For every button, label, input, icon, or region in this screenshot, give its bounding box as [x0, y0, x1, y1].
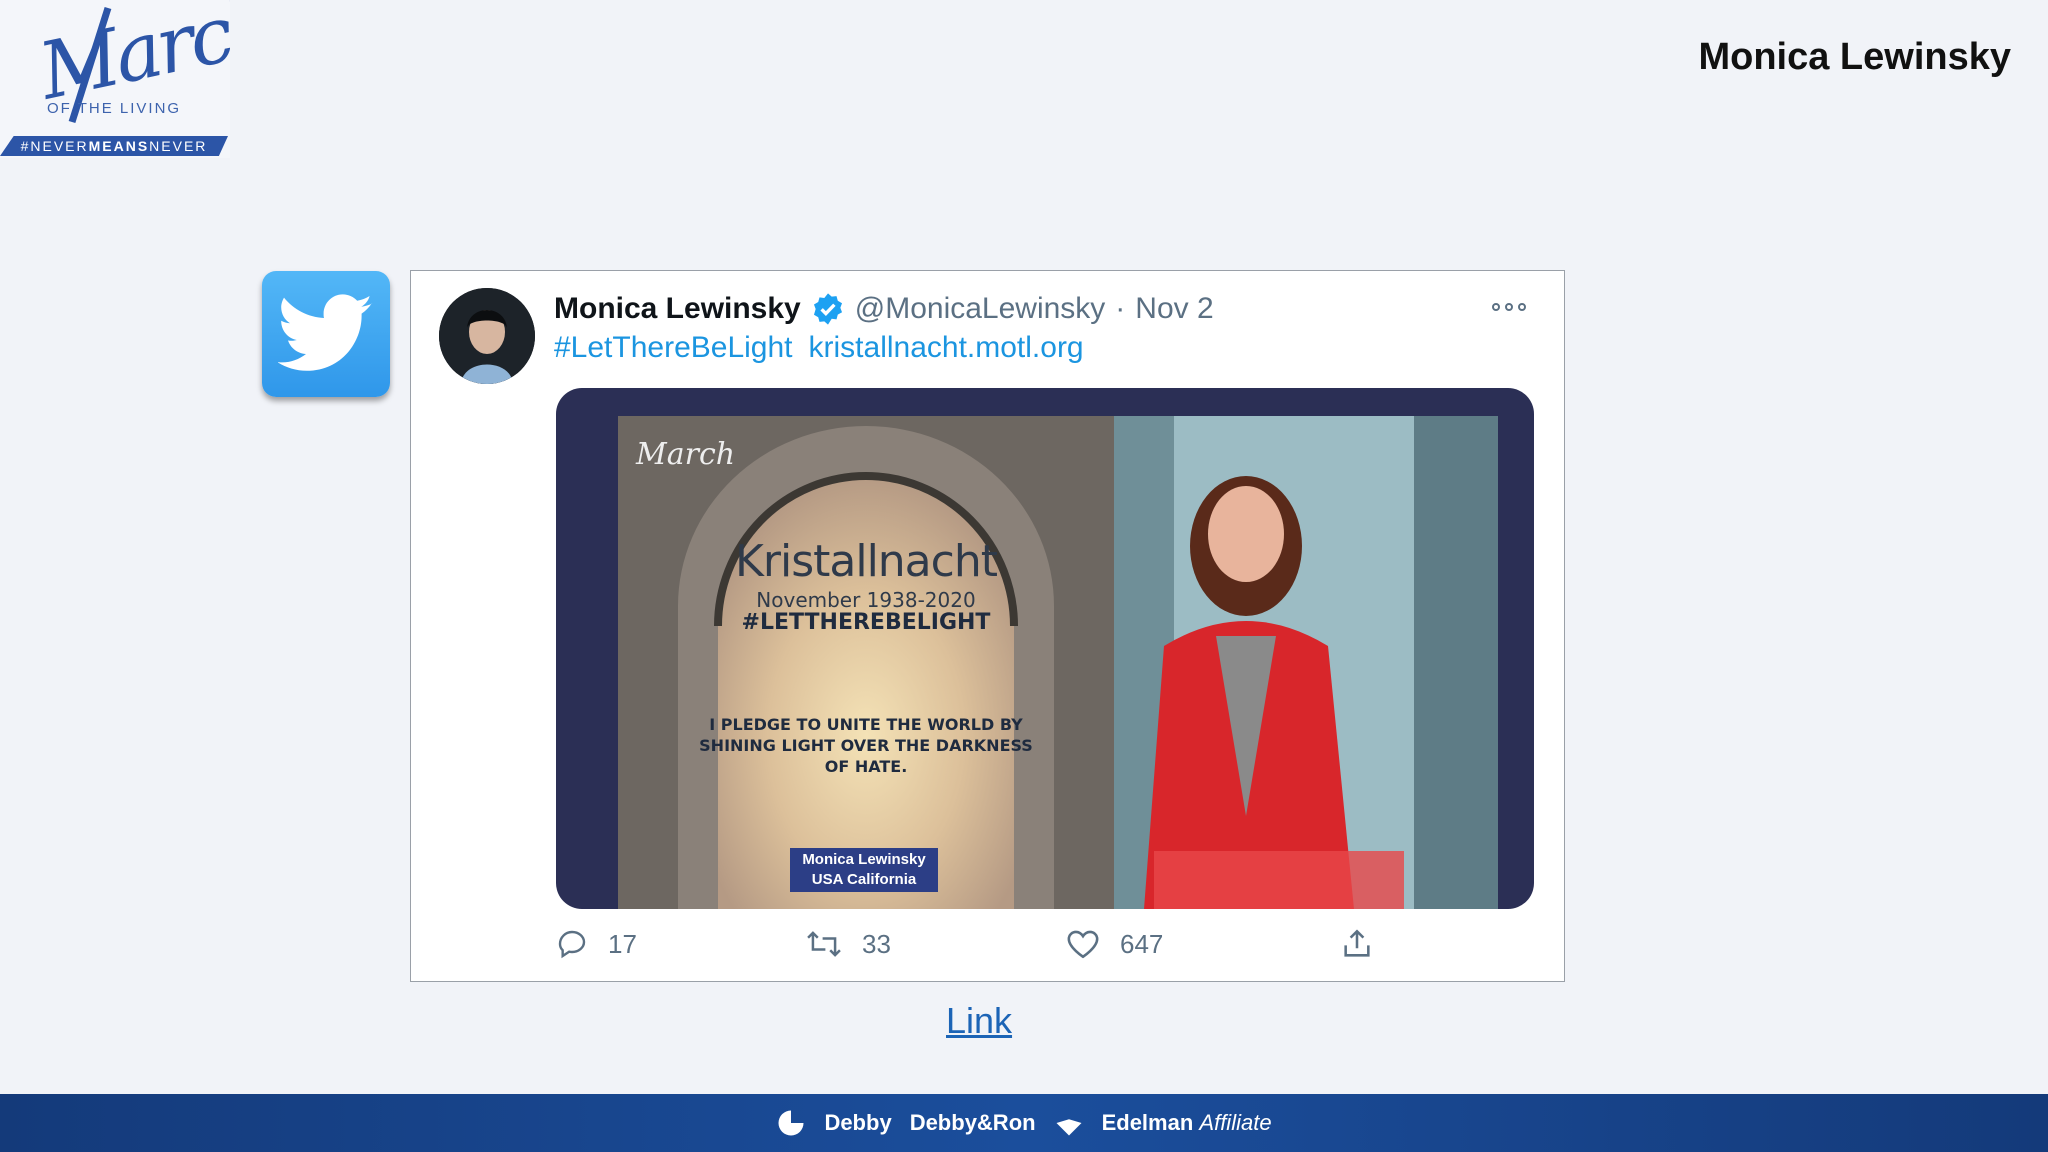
hashtag-link[interactable]: #LetThereBeLight	[554, 331, 793, 365]
share-action[interactable]	[1340, 924, 1374, 964]
tweet-link[interactable]: Link	[946, 1000, 1012, 1042]
march-script-logo: March	[30, 0, 230, 124]
poster-date: November 1938-2020	[756, 588, 976, 612]
footer-affiliate: Edelman Affiliate	[1101, 1110, 1272, 1135]
tweet-date[interactable]: Nov 2	[1135, 292, 1213, 326]
poster-hashtag: #LETTHEREBELIGHT	[741, 610, 991, 635]
like-count: 647	[1120, 928, 1164, 959]
poster-name-tag: Monica Lewinsky USA California	[790, 848, 938, 892]
tweet-actions: 17 33 647	[411, 924, 1564, 964]
url-link[interactable]: kristallnacht.motl.org	[809, 331, 1084, 365]
poster-title: Kristallnacht	[735, 536, 998, 587]
like-action[interactable]: 647	[1066, 924, 1163, 964]
reply-icon	[558, 930, 586, 959]
tweet-header: Monica Lewinsky @MonicaLewinsky · Nov 2	[554, 289, 1214, 329]
march-of-the-living-logo: March OF THE LIVING #NEVER MEANS NEVER	[0, 0, 230, 158]
header-separator: ·	[1115, 292, 1126, 325]
retweet-count: 33	[862, 928, 891, 959]
footer-brand-debby: Debby	[824, 1110, 892, 1135]
more-options-icon[interactable]	[1492, 299, 1526, 315]
profile-avatar[interactable]	[439, 288, 535, 384]
verified-badge-icon	[813, 293, 842, 325]
edelman-logo-icon	[1056, 1110, 1082, 1136]
footer-bar: Debby Debby&Ron Edelman Affiliate	[0, 1094, 2048, 1152]
heart-icon	[1067, 930, 1099, 959]
kristallnacht-poster: March Kristallnacht November 1938-2020 #…	[618, 416, 1114, 909]
author-handle[interactable]: @MonicaLewinsky	[855, 292, 1106, 326]
retweet-icon	[807, 931, 841, 957]
share-icon	[1344, 929, 1370, 957]
slide-title: Monica Lewinsky	[1698, 36, 2011, 78]
tweet-card[interactable]: Monica Lewinsky @MonicaLewinsky · Nov 2 …	[410, 270, 1565, 982]
speaker-photo	[1114, 416, 1498, 909]
twitter-bird-icon	[262, 271, 390, 397]
debby-logo-icon	[778, 1110, 804, 1136]
logo-ribbon: #NEVER MEANS NEVER	[0, 136, 228, 156]
reply-count: 17	[608, 928, 637, 959]
logo-subtitle: OF THE LIVING	[47, 100, 182, 117]
reply-action[interactable]: 17	[556, 924, 637, 964]
retweet-action[interactable]: 33	[806, 924, 891, 964]
tweet-media[interactable]: March Kristallnacht November 1938-2020 #…	[556, 388, 1534, 909]
footer-brand-debby-ron: Debby&Ron	[909, 1110, 1036, 1135]
author-name[interactable]: Monica Lewinsky	[554, 292, 801, 326]
tweet-text: #LetThereBeLight kristallnacht.motl.org	[554, 331, 1084, 365]
poster-pledge: I PLEDGE TO UNITE THE WORLD BY SHINING L…	[699, 715, 1033, 776]
poster-logo-icon: March	[635, 437, 735, 472]
